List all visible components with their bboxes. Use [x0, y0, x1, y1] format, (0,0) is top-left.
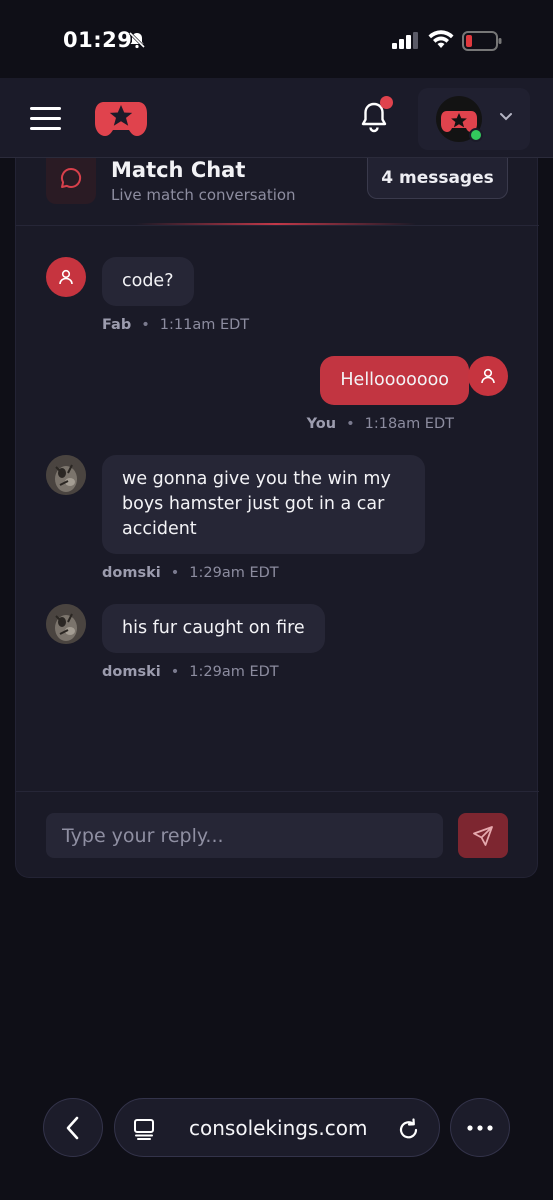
message-meta: Fab • 1:11am EDT [102, 317, 249, 333]
meta-separator: • [170, 565, 180, 581]
chevron-left-icon [66, 1116, 79, 1139]
hamburger-icon[interactable] [30, 107, 61, 130]
more-button[interactable] [450, 1098, 510, 1157]
chat-title: Match Chat [111, 158, 246, 182]
message-time: 1:29am EDT [189, 565, 279, 581]
avatar [468, 356, 508, 396]
message-sender: You [306, 416, 337, 432]
reload-icon[interactable] [398, 1117, 420, 1141]
meta-separator: • [346, 416, 355, 432]
message-meta: domski • 1:29am EDT [102, 565, 279, 581]
avatar [46, 455, 86, 495]
user-icon [59, 269, 73, 285]
url-text[interactable]: consolekings.com [189, 1116, 367, 1140]
message-bubble: code? [102, 257, 194, 306]
send-button[interactable] [458, 813, 508, 858]
reply-input[interactable] [46, 813, 443, 858]
message-bubble: his fur caught on fire [102, 604, 325, 653]
chat-subtitle: Live match conversation [111, 186, 296, 204]
tabs-icon[interactable] [133, 1118, 155, 1140]
chat-icon-box [46, 158, 96, 204]
meta-separator: • [170, 664, 180, 680]
message-sender: domski [102, 664, 161, 680]
url-bar[interactable]: consolekings.com [114, 1098, 440, 1157]
message-sender: domski [102, 565, 161, 581]
wifi-icon [428, 30, 454, 48]
header-accent-line [136, 223, 416, 225]
message-sender: Fab [102, 317, 132, 333]
chat-bubble-icon [61, 167, 82, 188]
chevron-down-icon[interactable] [499, 112, 513, 122]
message-bubble: we gonna give you the win my boys hamste… [102, 455, 425, 554]
message-meta: You • 1:18am EDT [307, 416, 454, 432]
status-bar: 01:29 [0, 0, 553, 78]
back-button[interactable] [43, 1098, 103, 1157]
message-time: 1:11am EDT [159, 317, 250, 333]
message-bubble-mine: Hellooooooo [320, 356, 469, 405]
chat-card: Match Chat Live match conversation 4 mes… [15, 158, 539, 878]
meta-separator: • [141, 317, 150, 333]
ellipsis-icon [467, 1124, 493, 1131]
message-time: 1:18am EDT [364, 416, 454, 432]
bell-slash-icon [128, 31, 146, 49]
message-time: 1:29am EDT [189, 664, 279, 680]
reply-bar [16, 791, 539, 878]
logo[interactable] [94, 98, 148, 138]
user-icon [481, 368, 495, 384]
avatar [46, 604, 86, 644]
avatar [46, 257, 86, 297]
message-meta: domski • 1:29am EDT [102, 664, 279, 680]
message-count-badge: 4 messages [367, 158, 508, 199]
status-time: 01:29 [63, 28, 133, 52]
chat-header: Match Chat Live match conversation 4 mes… [16, 158, 539, 226]
online-status-dot [469, 128, 483, 142]
message-list[interactable]: code? Fab • 1:11am EDT Hellooooooo You • 1:1… [16, 226, 539, 791]
signal-icon [392, 32, 418, 49]
send-icon [473, 825, 493, 846]
notification-badge [380, 96, 393, 109]
battery-low-icon [462, 31, 502, 51]
